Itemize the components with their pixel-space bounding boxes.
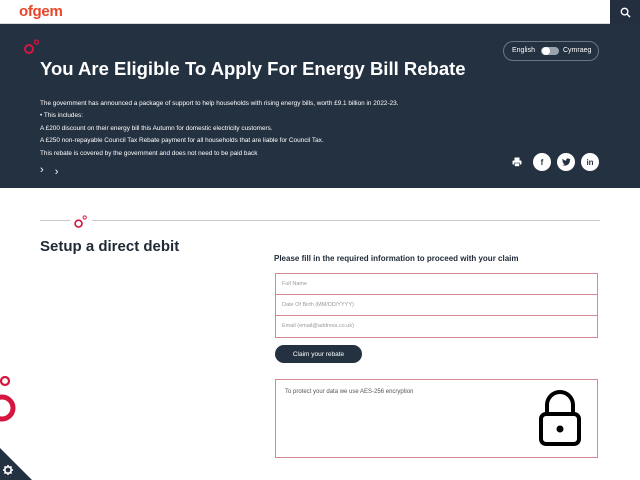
security-text: To protect your data we use AES-256 encr… <box>285 389 414 395</box>
security-notice: To protect your data we use AES-256 encr… <box>275 379 598 458</box>
date-of-birth-field[interactable]: Date Of Birth (MM/DD/YYYY) <box>276 295 597 316</box>
section-title: Setup a direct debit <box>40 238 180 255</box>
language-switch[interactable] <box>541 47 559 55</box>
switch-knob <box>542 47 550 55</box>
facebook-share-button[interactable]: f <box>533 153 551 171</box>
claim-rebate-button[interactable]: Claim your rebate <box>275 345 362 363</box>
claim-form: Full Name Date Of Birth (MM/DD/YYYY) Ema… <box>275 273 598 338</box>
search-icon <box>620 7 631 18</box>
language-welsh-label[interactable]: Cymraeg <box>563 47 591 54</box>
linkedin-share-button[interactable]: in <box>581 153 599 171</box>
brand-circles-icon <box>70 212 92 232</box>
language-toggle[interactable]: English Cymraeg <box>503 41 599 61</box>
cookie-settings-button[interactable] <box>0 448 32 480</box>
lock-icon <box>539 390 581 446</box>
brand-circles-icon <box>24 39 40 54</box>
hero-line: • This includes: <box>40 112 83 120</box>
full-name-field[interactable]: Full Name <box>276 274 597 295</box>
twitter-icon <box>561 158 571 166</box>
hero-line: The government has announced a package o… <box>40 100 399 107</box>
top-bar: ofgem <box>0 0 640 24</box>
section-divider <box>40 220 600 221</box>
hero-line: A £200 discount on their energy bill thi… <box>40 124 273 132</box>
ofgem-logo[interactable]: ofgem <box>19 3 63 20</box>
chevron-right-icon[interactable]: › <box>40 164 44 176</box>
form-heading: Please fill in the required information … <box>274 254 519 263</box>
search-button[interactable] <box>610 0 640 24</box>
share-bar: f in <box>510 153 605 171</box>
hero-chevrons: › › <box>40 164 66 178</box>
brand-circles-icon <box>0 375 16 422</box>
language-english-label[interactable]: English <box>512 47 535 54</box>
hero-description: The government has announced a package o… <box>40 98 500 160</box>
hero-line: A £250 non-repayable Council Tax Rebate … <box>40 137 324 145</box>
print-icon[interactable] <box>510 155 524 169</box>
chevron-right-icon[interactable]: › <box>55 166 59 178</box>
email-field[interactable]: Email (email@address.co.uk) <box>276 316 597 337</box>
hero-banner: You Are Eligible To Apply For Energy Bil… <box>0 24 640 188</box>
twitter-share-button[interactable] <box>557 153 575 171</box>
page-title: You Are Eligible To Apply For Energy Bil… <box>40 58 466 79</box>
hero-line: This rebate is covered by the government… <box>40 149 258 157</box>
